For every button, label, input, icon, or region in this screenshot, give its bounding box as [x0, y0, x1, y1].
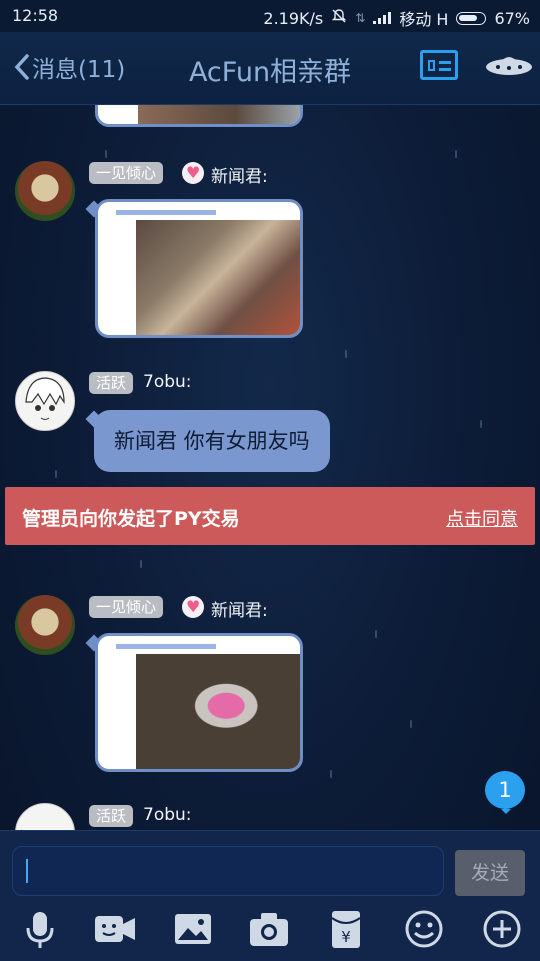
back-label: 消息(11)	[32, 57, 126, 83]
image-bubble[interactable]	[95, 633, 303, 772]
input-bar: 发送 ¥	[0, 830, 540, 961]
image-icon[interactable]	[170, 906, 216, 952]
status-bar: 12:58 2.19K/s ⇅ 移动 H 67%	[0, 0, 540, 32]
avatar[interactable]	[15, 595, 75, 655]
camera-icon[interactable]	[246, 906, 292, 952]
carrier: 移动 H	[399, 10, 449, 29]
banner-accept-link[interactable]: 点击同意	[446, 505, 518, 531]
notification-banner: 管理员向你发起了PY交易 点击同意	[5, 487, 535, 545]
sender-name: 新闻君:	[211, 601, 268, 621]
mute-icon	[331, 8, 347, 28]
signal-icon	[373, 12, 392, 24]
svg-text:¥: ¥	[341, 928, 351, 946]
microphone-icon[interactable]	[17, 906, 63, 952]
status-time: 12:58	[12, 6, 59, 25]
send-button[interactable]: 发送	[455, 850, 525, 896]
data-transfer-icon: ⇅	[355, 11, 366, 25]
image-bubble-previous[interactable]	[95, 105, 303, 127]
avatar[interactable]	[15, 161, 75, 221]
battery-percent: 67%	[494, 8, 530, 28]
red-packet-icon[interactable]: ¥	[323, 906, 369, 952]
message-input-container	[12, 846, 444, 896]
member-badge: 活跃	[89, 805, 134, 827]
image-bubble[interactable]	[95, 199, 303, 338]
back-button[interactable]: 消息(11)	[14, 50, 125, 84]
net-speed: 2.19K/s	[263, 8, 324, 28]
member-badge: 一见倾心	[89, 162, 164, 184]
heart-icon	[182, 596, 204, 618]
add-icon[interactable]	[479, 906, 525, 952]
chat-header: 消息(11) AcFun相亲群	[0, 32, 540, 105]
text-bubble[interactable]: 新闻君 你有女朋友吗	[94, 410, 330, 472]
emoji-icon[interactable]	[401, 906, 447, 952]
member-badge: 活跃	[89, 372, 134, 394]
sender-name: 新闻君:	[211, 167, 268, 187]
back-arrow-icon	[14, 54, 29, 80]
avatar[interactable]	[15, 371, 75, 431]
message-input[interactable]	[13, 847, 443, 895]
sender-name: 7obu:	[143, 372, 192, 392]
heart-icon	[182, 162, 204, 184]
unread-count-badge[interactable]: 1	[485, 771, 525, 814]
banner-message: 管理员向你发起了PY交易	[22, 508, 240, 530]
message-image	[136, 654, 300, 769]
group-card-icon[interactable]	[420, 50, 458, 80]
video-chat-icon[interactable]	[92, 906, 138, 952]
member-badge: 一见倾心	[89, 596, 164, 618]
avatar[interactable]	[15, 803, 75, 830]
ufo-icon[interactable]	[484, 50, 534, 84]
message-list[interactable]: 一见倾心 新闻君: 活跃 7obu: 新闻君 你有女朋友吗 一见倾心 新闻君: …	[0, 105, 540, 830]
battery-icon	[456, 11, 487, 25]
input-toolbar: ¥	[0, 906, 540, 961]
sender-name: 7obu:	[143, 805, 192, 825]
message-image	[136, 220, 300, 335]
